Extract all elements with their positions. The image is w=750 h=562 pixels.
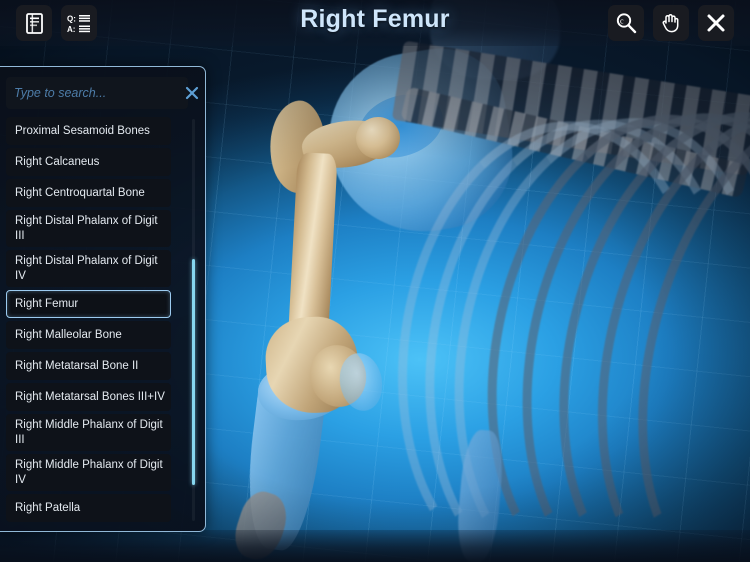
quiz-icon: Q: A: (67, 13, 91, 34)
list-item-label: Right Metatarsal Bone II (15, 359, 139, 372)
hand-pointer-icon (660, 12, 682, 34)
list-item[interactable]: Right Metatarsal Bones III+IV (6, 383, 171, 411)
book-icon (25, 12, 43, 34)
list-item[interactable]: Right Middle Phalanx of Digit IV (6, 454, 171, 491)
book-button[interactable] (16, 5, 52, 41)
list-item[interactable]: Right Metatarsal Bone II (6, 352, 171, 380)
close-button[interactable] (698, 5, 734, 41)
list-item-label: Right Middle Phalanx of Digit IV (15, 459, 163, 486)
list-item-label: Right Femur (15, 297, 79, 310)
clear-search-button[interactable] (185, 77, 199, 109)
list-item[interactable]: Right Malleolar Bone (6, 321, 171, 349)
list-item-label: Right Centroquartal Bone (15, 186, 145, 199)
svg-text:A:: A: (67, 25, 75, 34)
list-item-label: Right Calcaneus (15, 155, 100, 168)
search-input[interactable] (6, 77, 185, 109)
search-row (6, 77, 199, 109)
top-toolbar: Q: A: c Right Femur (0, 0, 750, 46)
list-item-label: Right Distal Phalanx of Digit IV (15, 255, 158, 282)
list-item[interactable]: Right Patella (6, 494, 171, 522)
magnifier-button[interactable]: c (608, 5, 644, 41)
bone-list[interactable]: Proximal Sesamoid Bones Right Calcaneus Ri… (6, 117, 196, 523)
magnifier-icon: c (615, 12, 637, 34)
list-item-selected[interactable]: Right Femur (6, 290, 171, 318)
list-item[interactable]: Right Calcaneus (6, 148, 171, 176)
hand-pointer-button[interactable] (653, 5, 689, 41)
list-item[interactable]: Right Distal Phalanx of Digit IV (6, 250, 171, 287)
svg-text:c: c (620, 17, 624, 26)
list-item-label: Right Distal Phalanx of Digit III (15, 215, 158, 242)
list-item-label: Right Patella (15, 501, 81, 514)
quiz-button[interactable]: Q: A: (61, 5, 97, 41)
list-item-label: Right Metatarsal Bones III+IV (15, 390, 165, 403)
search-panel: Proximal Sesamoid Bones Right Calcaneus Ri… (0, 66, 206, 532)
svg-text:Q:: Q: (67, 14, 76, 23)
list-item[interactable]: Right Centroquartal Bone (6, 179, 171, 207)
list-item-label: Right Middle Phalanx of Digit III (15, 419, 163, 446)
close-icon (185, 86, 199, 100)
list-item[interactable]: Right Distal Phalanx of Digit III (6, 210, 171, 247)
close-icon (706, 13, 726, 33)
list-item-label: Right Malleolar Bone (15, 328, 122, 341)
list-item-label: Proximal Sesamoid Bones (15, 124, 150, 137)
list-item[interactable]: Proximal Sesamoid Bones (6, 117, 171, 145)
list-item[interactable]: Right Middle Phalanx of Digit III (6, 414, 171, 451)
scrollbar-thumb[interactable] (192, 259, 195, 485)
